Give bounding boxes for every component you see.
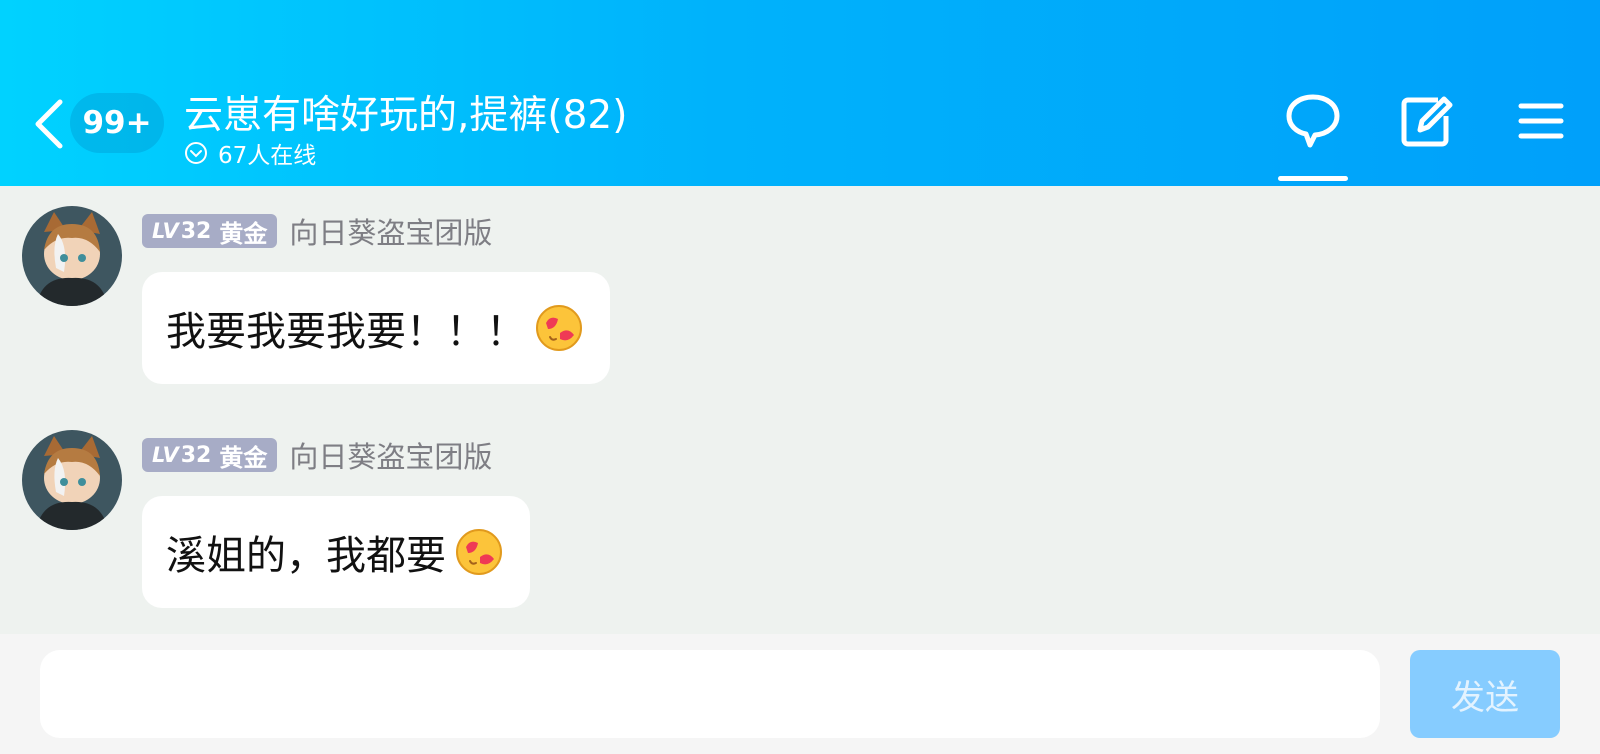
level-prefix: LV <box>152 443 179 467</box>
cat-eared-character-avatar <box>22 206 122 306</box>
sender-name[interactable]: 向日葵盗宝团版 <box>289 210 492 252</box>
back-arrow-icon[interactable] <box>30 96 70 152</box>
level-prefix: LV <box>152 219 179 243</box>
level-title: 黄金 <box>219 443 268 472</box>
message-input[interactable] <box>40 650 1380 738</box>
level-title: 黄金 <box>219 219 268 248</box>
sender-name[interactable]: 向日葵盗宝团版 <box>289 434 492 476</box>
avatar[interactable] <box>22 206 122 306</box>
cat-eared-character-avatar <box>22 430 122 530</box>
unread-badge[interactable]: 99+ <box>70 93 164 153</box>
message-text: 我要我要我要！！！ <box>166 309 526 355</box>
level-badge: LV 32 黄金 <box>142 214 278 248</box>
message-meta: LV 32 黄金 向日葵盗宝团版 <box>142 210 492 252</box>
send-button[interactable]: 发送 <box>1410 650 1560 738</box>
online-count: 67人在线 <box>218 143 317 169</box>
level-badge: LV 32 黄金 <box>142 438 278 472</box>
composer-bar: 发送 <box>0 634 1600 754</box>
chat-bubble-icon[interactable] <box>1284 92 1342 150</box>
heart-eyes-emoji <box>456 529 502 575</box>
level-number: 32 <box>180 218 212 244</box>
avatar[interactable] <box>22 430 122 530</box>
level-number: 32 <box>180 442 212 468</box>
group-title[interactable]: 云崽有啥好玩的,提裤(82) <box>184 84 627 140</box>
active-tab-indicator <box>1278 176 1348 181</box>
online-status[interactable]: 67人在线 <box>184 136 316 170</box>
message-bubble[interactable]: 溪姐的，我都要 <box>142 496 530 608</box>
edit-icon[interactable] <box>1398 92 1456 150</box>
chat-header: 99+ 云崽有啥好玩的,提裤(82) 67人在线 <box>0 0 1600 186</box>
message-meta: LV 32 黄金 向日葵盗宝团版 <box>142 434 492 476</box>
heart-eyes-emoji <box>536 305 582 351</box>
message-bubble[interactable]: 我要我要我要！！！ <box>142 272 610 384</box>
message-text: 溪姐的，我都要 <box>166 533 446 579</box>
chevron-down-circle-icon <box>185 142 207 164</box>
menu-icon[interactable] <box>1512 92 1570 150</box>
